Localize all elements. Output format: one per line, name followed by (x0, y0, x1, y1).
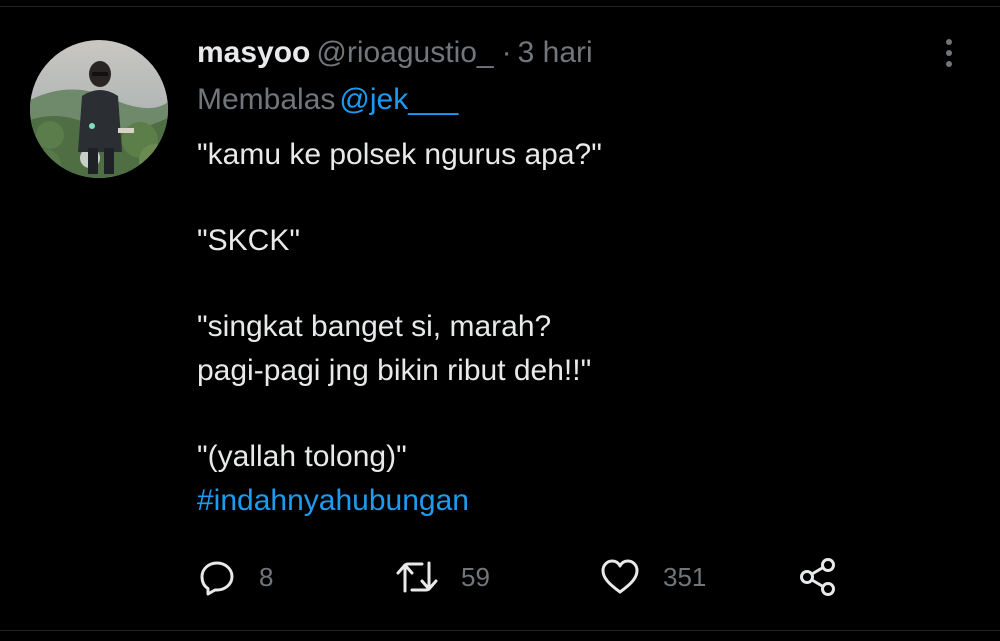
reply-prefix: Membalas (197, 83, 336, 116)
heart-icon (601, 559, 639, 594)
retweet-button[interactable]: 59 (395, 555, 490, 599)
tweet-line: "singkat banget si, marah? (197, 310, 552, 343)
retweet-count: 59 (461, 561, 490, 592)
tweet-line: pagi-pagi jng bikin ribut deh!!" (197, 354, 592, 387)
avatar-photo (30, 40, 168, 178)
top-divider (0, 6, 1000, 7)
reply-count: 8 (259, 561, 274, 592)
tweet-header: masyoo @rioagustio_ · 3 hari (197, 34, 593, 72)
author-handle[interactable]: @rioagustio_ (316, 36, 493, 69)
tweet-actions: 8 59 351 (197, 555, 897, 599)
more-dot (946, 61, 952, 67)
tweet-line: "(yallah tolong)" (197, 440, 407, 473)
hashtag-link[interactable]: #indahnyahubungan (197, 479, 937, 523)
reply-button[interactable]: 8 (197, 555, 273, 599)
bottom-divider (0, 630, 1000, 631)
separator-dot: · (501, 36, 512, 69)
timestamp[interactable]: 3 hari (518, 36, 593, 69)
tweet-line: "SKCK" (197, 224, 300, 257)
more-dot (946, 50, 952, 56)
tweet-text: "kamu ke polsek ngurus apa?" "SKCK" "sin… (197, 133, 937, 523)
retweet-icon (396, 561, 438, 593)
more-dot (946, 39, 952, 45)
like-count: 351 (663, 561, 707, 592)
share-icon (800, 558, 835, 596)
reply-mention-link[interactable]: @jek___ (339, 83, 458, 116)
tweet-line: "kamu ke polsek ngurus apa?" (197, 138, 602, 171)
author-name[interactable]: masyoo (197, 36, 310, 69)
share-button[interactable] (797, 555, 839, 599)
more-vertical-icon[interactable] (935, 34, 963, 72)
reply-context: Membalas @jek___ (197, 81, 458, 119)
like-button[interactable]: 351 (599, 555, 706, 599)
reply-icon (200, 561, 234, 596)
avatar[interactable] (30, 40, 168, 178)
